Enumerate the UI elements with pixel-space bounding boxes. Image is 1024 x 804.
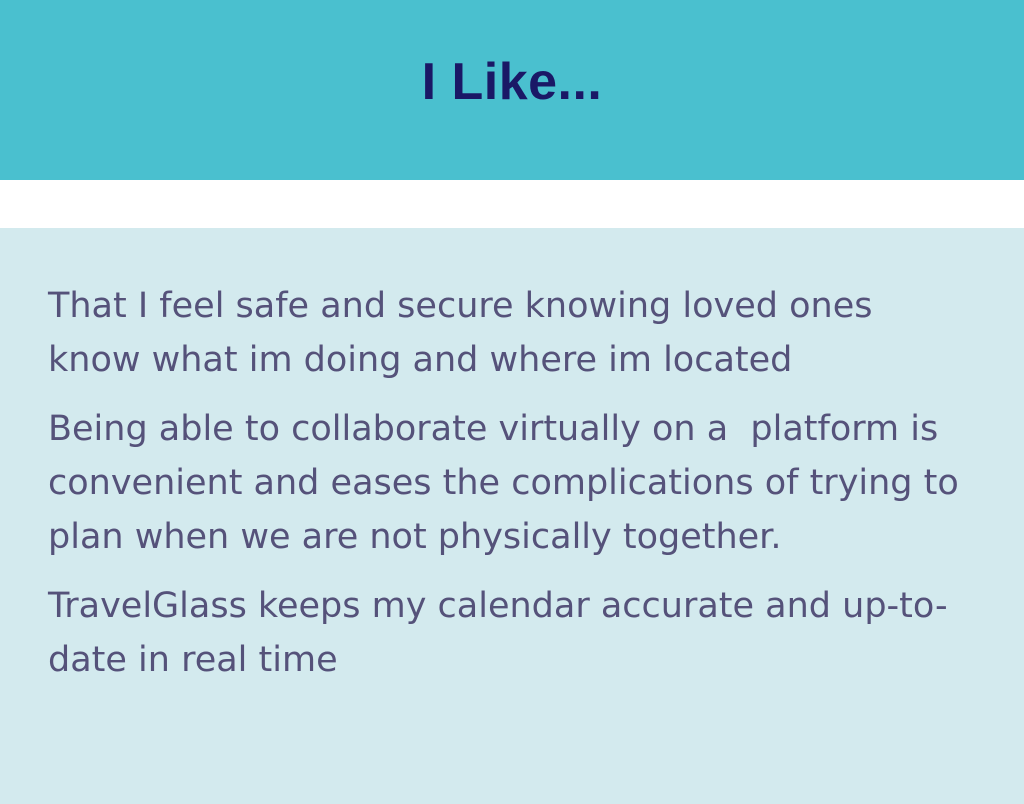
list-item: Being able to collaborate virtually on a… (48, 409, 970, 557)
content-panel: That I feel safe and secure knowing love… (0, 228, 1024, 804)
page-title: I Like... (421, 53, 603, 111)
list-item: TravelGlass keeps my calendar accurate a… (48, 586, 948, 680)
header-banner: I Like... (0, 0, 1024, 180)
page: I Like... That I feel safe and secure kn… (0, 0, 1024, 804)
list-item: That I feel safe and secure knowing love… (48, 286, 884, 380)
